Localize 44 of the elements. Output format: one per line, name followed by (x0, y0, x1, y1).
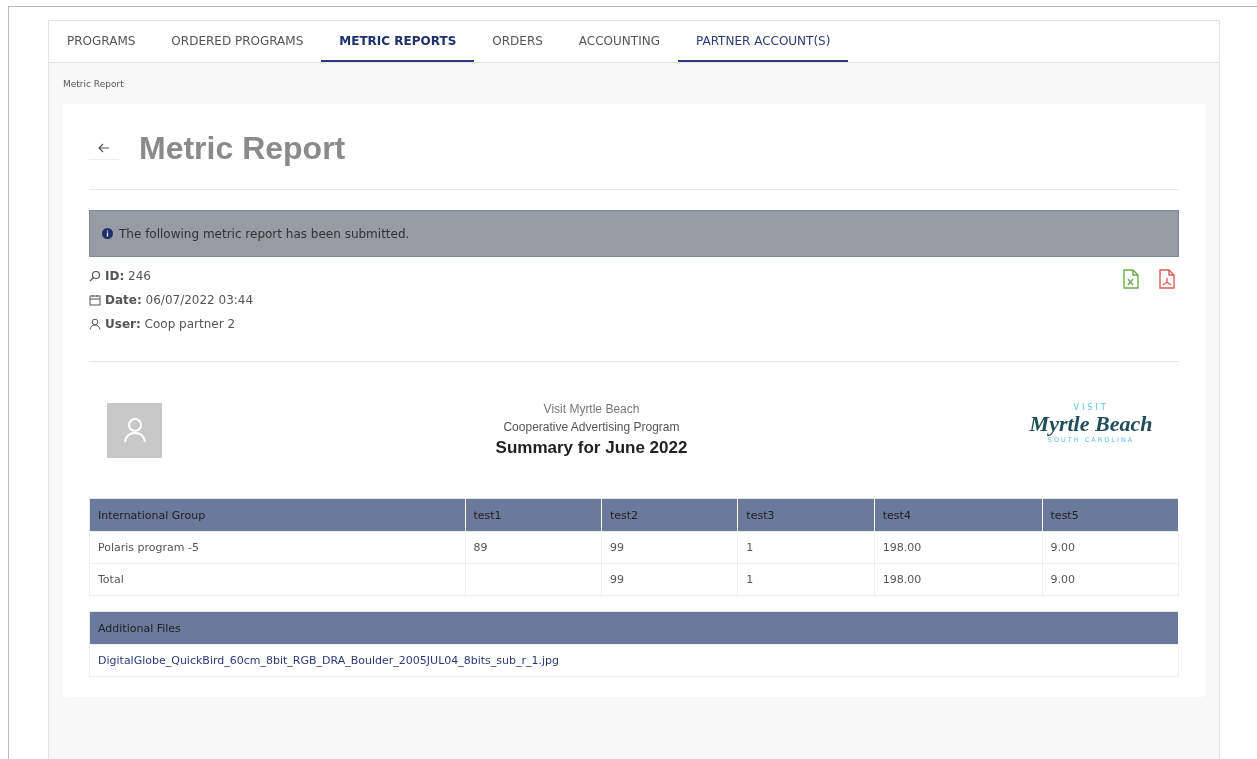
logo-text: VISIT (1073, 403, 1109, 412)
page-title: Metric Report (139, 130, 346, 167)
calendar-icon (89, 294, 101, 306)
nav-tab[interactable]: PROGRAMS (49, 21, 154, 62)
table-cell: 99 (601, 531, 738, 564)
pdf-file-icon[interactable] (1159, 269, 1175, 289)
breadcrumb[interactable]: Metric Report (63, 79, 124, 89)
column-header: test1 (465, 498, 602, 532)
back-arrow-icon (98, 143, 110, 153)
nav-tab[interactable]: ORDERED PROGRAMS (153, 21, 322, 62)
table-cell: 1 (737, 531, 875, 564)
user-icon (89, 318, 101, 330)
meta-text: ID: 246 (105, 269, 151, 283)
column-header: test2 (601, 498, 738, 532)
file-link[interactable]: DigitalGlobe_QuickBird_60cm_8bit_RGB_DRA_Boulder_2005JUL04_8bits_sub_r_1.jpg (98, 654, 560, 667)
nav-tab[interactable]: PARTNER ACCOUNT(S) (677, 21, 849, 62)
table-cell: 198.00 (874, 563, 1043, 596)
column-header: Additional Files (89, 611, 1179, 645)
table-cell: 99 (601, 563, 738, 596)
table-cell: 198.00 (874, 531, 1043, 564)
meta-text: Date: 06/07/2022 03:44 (105, 293, 254, 307)
excel-file-icon[interactable] (1123, 269, 1139, 289)
user-icon (122, 417, 147, 443)
table-cell: 89 (465, 531, 602, 564)
table-cell: Total (89, 563, 465, 596)
column-header: test4 (874, 498, 1043, 532)
nav-tab[interactable]: ORDERS (474, 21, 561, 62)
table-cell: 1 (737, 563, 875, 596)
nav-tab[interactable]: ACCOUNTING (560, 21, 678, 62)
alert-text: The following metric report has been submitted. (119, 226, 410, 241)
table-cell: 9.00 (1042, 563, 1179, 596)
summary-title: Summary for June 2022 (495, 438, 688, 458)
search-icon (89, 270, 101, 282)
info-icon (102, 228, 113, 239)
program-name: Cooperative Advertising Program (503, 420, 680, 434)
logo-text: Myrtle Beach (1029, 412, 1153, 437)
column-header: test5 (1042, 498, 1179, 532)
column-header: International Group (89, 498, 465, 532)
organization-name: Visit Myrtle Beach (543, 402, 640, 416)
nav-tab[interactable]: METRIC REPORTS (321, 21, 475, 62)
table-cell: Polaris program -5 (89, 531, 465, 564)
column-header: test3 (737, 498, 875, 532)
table-cell: 9.00 (1042, 531, 1179, 564)
meta-text: User: Coop partner 2 (105, 317, 236, 331)
